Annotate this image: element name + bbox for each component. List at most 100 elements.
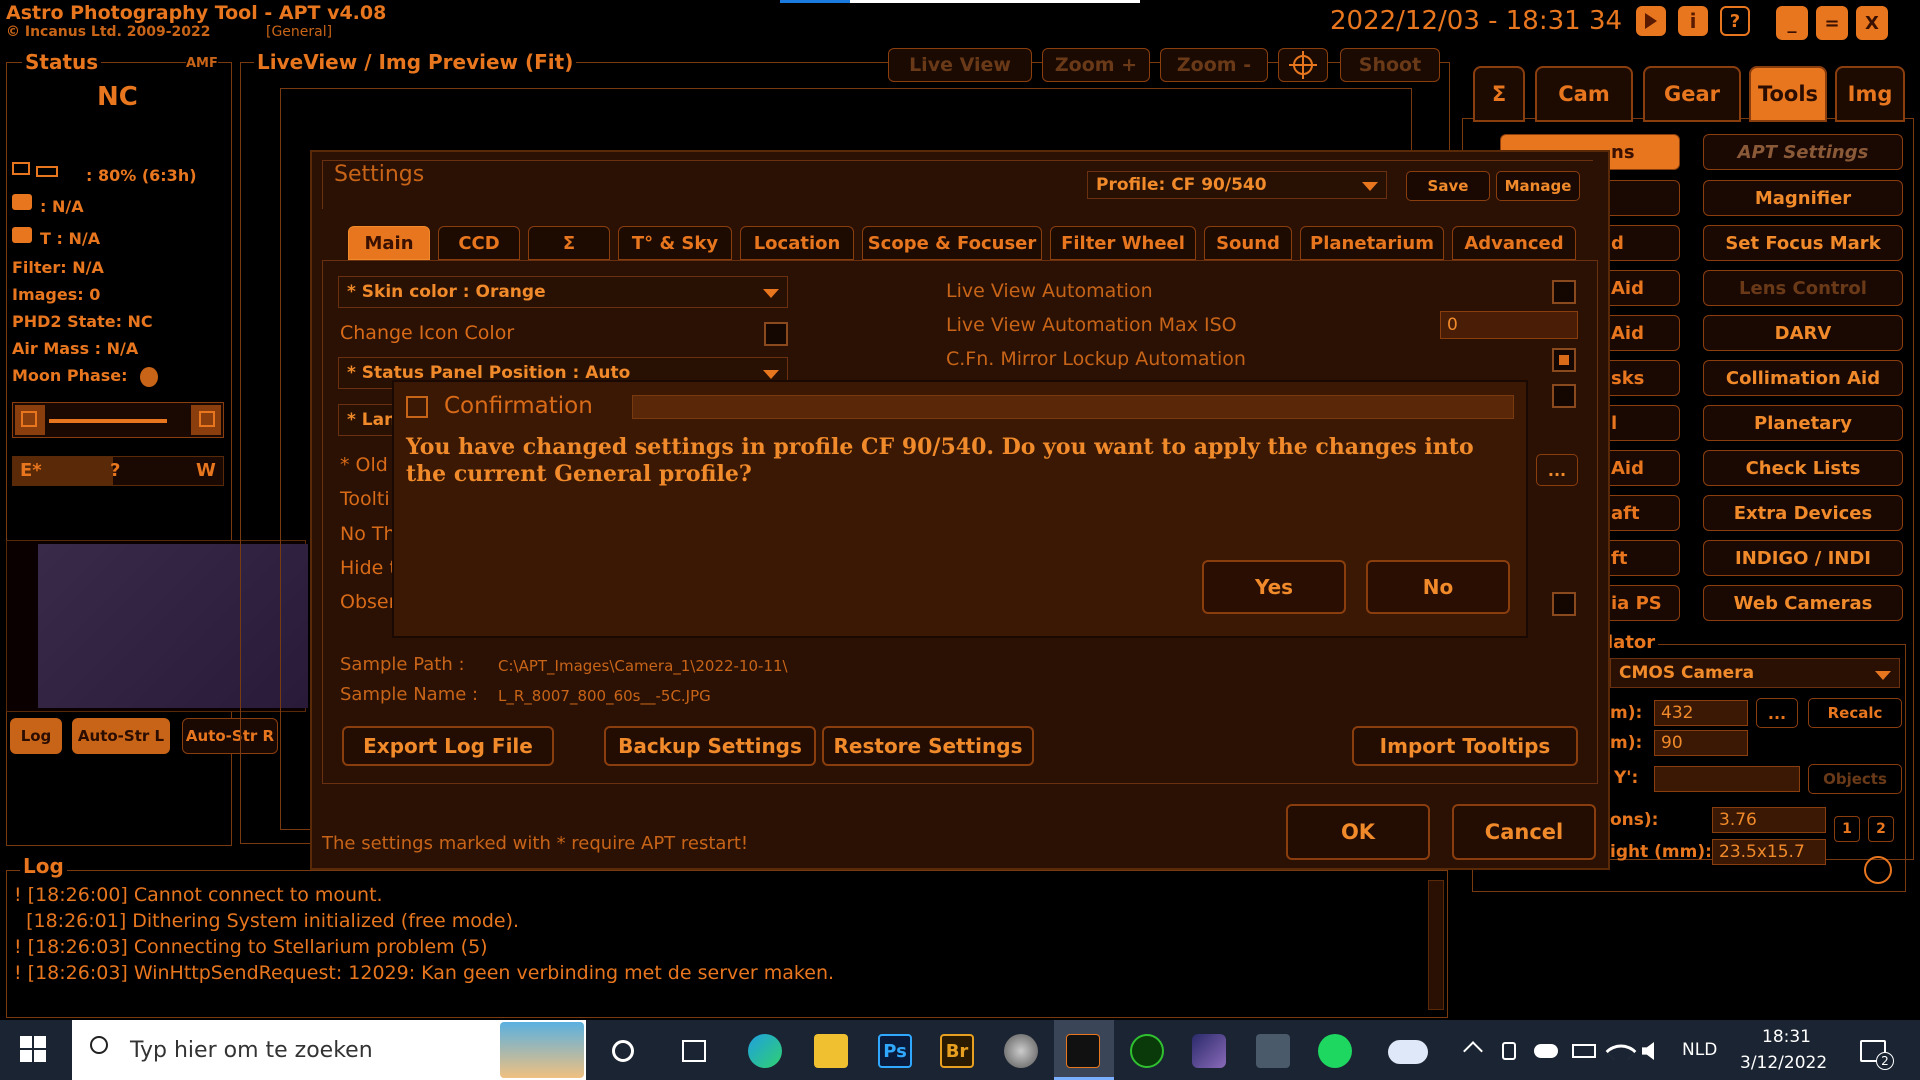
log-scrollbar[interactable]: [1428, 880, 1444, 1010]
mirror-lockup-checkbox[interactable]: [1552, 348, 1576, 372]
calculator-icon[interactable]: [1256, 1034, 1290, 1068]
check-lists-button[interactable]: Check Lists: [1703, 450, 1903, 486]
apt-settings-button[interactable]: APT Settings: [1703, 134, 1903, 170]
lens-control-button[interactable]: Lens Control: [1703, 270, 1903, 306]
tab-sigma-settings[interactable]: Σ: [528, 226, 610, 260]
profile-manage-button[interactable]: Manage: [1496, 171, 1580, 201]
cortana-icon[interactable]: [612, 1040, 634, 1062]
yes-button[interactable]: Yes: [1202, 560, 1346, 614]
tab-img[interactable]: Img: [1835, 66, 1905, 122]
apt-icon[interactable]: [1066, 1034, 1100, 1068]
extra-devices-button[interactable]: Extra Devices: [1703, 495, 1903, 531]
spotify-icon[interactable]: [1318, 1034, 1352, 1068]
zoom-out-button[interactable]: Zoom -: [1160, 48, 1268, 82]
tray-language[interactable]: NLD: [1682, 1040, 1717, 1060]
collimation-aid-button[interactable]: Collimation Aid: [1703, 360, 1903, 396]
tab-temp-sky[interactable]: T° & Sky: [618, 226, 732, 260]
laptop-icon: [12, 162, 30, 175]
zoom-in-button[interactable]: Zoom +: [1042, 48, 1150, 82]
info-icon[interactable]: i: [1678, 6, 1708, 36]
stellarium-icon[interactable]: [1192, 1034, 1226, 1068]
task-view-icon[interactable]: [682, 1040, 706, 1062]
import-tooltips-button[interactable]: Import Tooltips: [1352, 726, 1578, 766]
tab-location[interactable]: Location: [740, 226, 854, 260]
tab-filter-wheel[interactable]: Filter Wheel: [1050, 226, 1196, 260]
pixel-size-input[interactable]: 3.76: [1712, 807, 1826, 833]
lv-automation-checkbox[interactable]: [1552, 280, 1576, 304]
tray-date[interactable]: 3/12/2022: [1740, 1053, 1827, 1073]
edge-icon[interactable]: [748, 1034, 782, 1068]
skin-color-select[interactable]: * Skin color : Orange: [338, 276, 788, 308]
maximize-button[interactable]: =: [1816, 6, 1848, 40]
sensor-size-input[interactable]: 23.5x15.7: [1712, 839, 1826, 865]
tab-advanced[interactable]: Advanced: [1452, 226, 1576, 260]
tab-sigma[interactable]: Σ: [1473, 66, 1525, 122]
extra-checkbox-1[interactable]: [1552, 384, 1576, 408]
tab-main[interactable]: Main: [348, 226, 430, 260]
close-button[interactable]: X: [1856, 6, 1888, 40]
tray-time[interactable]: 18:31: [1762, 1027, 1811, 1047]
tray-onedrive-icon[interactable]: [1534, 1044, 1558, 1058]
profile-select[interactable]: Profile: CF 90/540: [1087, 171, 1387, 199]
indigo-indi-button[interactable]: INDIGO / INDI: [1703, 540, 1903, 576]
start-button[interactable]: [20, 1036, 50, 1066]
restore-settings-button[interactable]: Restore Settings: [822, 726, 1034, 766]
auto-stretch-left-button[interactable]: Auto-Str L: [72, 718, 170, 754]
set-focus-mark-button[interactable]: Set Focus Mark: [1703, 225, 1903, 261]
tab-cam[interactable]: Cam: [1535, 66, 1633, 122]
refresh-icon[interactable]: [1864, 856, 1892, 884]
crosshair-button[interactable]: [1278, 48, 1328, 82]
camera-temp2: T : N/A: [40, 229, 101, 248]
search-icon: [90, 1036, 108, 1054]
log-title: Log: [20, 854, 67, 878]
profile-save-button[interactable]: Save: [1406, 171, 1490, 201]
tab-planetarium[interactable]: Planetarium: [1300, 226, 1444, 260]
preset-1-button[interactable]: 1: [1834, 816, 1860, 842]
calc-more-button[interactable]: ...: [1756, 698, 1798, 728]
objects-button[interactable]: Objects: [1808, 764, 1902, 794]
bridge-icon[interactable]: Br: [940, 1034, 974, 1068]
photoshop-icon[interactable]: Ps: [878, 1034, 912, 1068]
cancel-button[interactable]: Cancel: [1452, 804, 1596, 860]
backup-settings-button[interactable]: Backup Settings: [604, 726, 816, 766]
tray-device-icon[interactable]: [1502, 1042, 1516, 1060]
shoot-button[interactable]: Shoot: [1340, 48, 1440, 82]
no-button[interactable]: No: [1366, 560, 1510, 614]
play-icon[interactable]: [1636, 6, 1666, 36]
tab-ccd[interactable]: CCD: [438, 226, 520, 260]
recalc-button[interactable]: Recalc: [1808, 698, 1902, 728]
focal-length-input[interactable]: 432: [1654, 700, 1748, 726]
filter-status: Filter: N/A: [12, 258, 104, 277]
object-input[interactable]: [1654, 766, 1800, 792]
tab-tools[interactable]: Tools: [1749, 66, 1827, 122]
ok-button[interactable]: OK: [1286, 804, 1430, 860]
camera-select[interactable]: CMOS Camera: [1610, 658, 1900, 688]
file-explorer-icon[interactable]: [814, 1034, 848, 1068]
planetary-button[interactable]: Planetary: [1703, 405, 1903, 441]
live-view-button[interactable]: Live View: [888, 48, 1032, 82]
export-log-button[interactable]: Export Log File: [342, 726, 554, 766]
log-toggle-button[interactable]: Log: [10, 718, 62, 754]
tray-battery-icon[interactable]: [1572, 1044, 1596, 1058]
more-options-button[interactable]: ...: [1536, 454, 1578, 486]
darv-button[interactable]: DARV: [1703, 315, 1903, 351]
app-title: Astro Photography Tool - APT v4.08: [6, 2, 387, 24]
tab-sound[interactable]: Sound: [1204, 226, 1292, 260]
minimize-button[interactable]: _: [1776, 6, 1808, 40]
calc-row4-label: ons):: [1610, 810, 1659, 830]
preset-2-button[interactable]: 2: [1868, 816, 1894, 842]
tab-scope-focuser[interactable]: Scope & Focuser: [862, 226, 1042, 260]
sphere-app-icon[interactable]: [1004, 1034, 1038, 1068]
cloud-icon[interactable]: [1388, 1040, 1428, 1064]
magnifier-button[interactable]: Magnifier: [1703, 180, 1903, 216]
lv-automation-iso-input[interactable]: 0: [1440, 311, 1578, 339]
tab-gear[interactable]: Gear: [1643, 66, 1741, 122]
aperture-input[interactable]: 90: [1654, 730, 1748, 756]
help-icon[interactable]: ?: [1720, 6, 1750, 36]
extra-checkbox-2[interactable]: [1552, 592, 1576, 616]
liveview-title: LiveView / Img Preview (Fit): [254, 50, 577, 74]
change-icon-color-checkbox[interactable]: [764, 322, 788, 346]
phd-icon[interactable]: [1130, 1034, 1164, 1068]
slider-box[interactable]: [12, 402, 224, 438]
web-cameras-button[interactable]: Web Cameras: [1703, 585, 1903, 621]
